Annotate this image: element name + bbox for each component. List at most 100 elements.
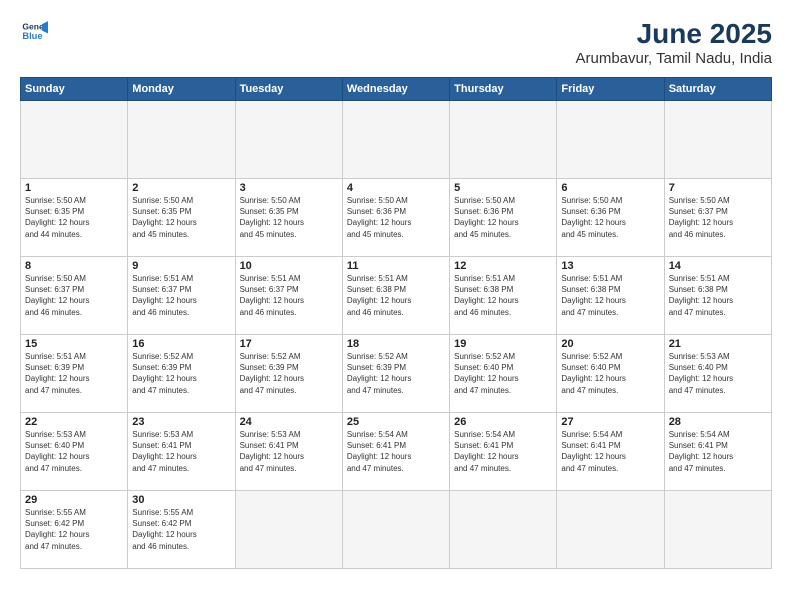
calendar-cell: 21Sunrise: 5:53 AM Sunset: 6:40 PM Dayli… [664,335,771,413]
day-info: Sunrise: 5:51 AM Sunset: 6:38 PM Dayligh… [347,273,445,318]
day-info: Sunrise: 5:50 AM Sunset: 6:36 PM Dayligh… [347,195,445,240]
day-info: Sunrise: 5:51 AM Sunset: 6:37 PM Dayligh… [240,273,338,318]
day-info: Sunrise: 5:55 AM Sunset: 6:42 PM Dayligh… [25,507,123,552]
day-number: 7 [669,182,767,194]
day-number: 28 [669,416,767,428]
day-info: Sunrise: 5:52 AM Sunset: 6:40 PM Dayligh… [454,351,552,396]
calendar-cell: 8Sunrise: 5:50 AM Sunset: 6:37 PM Daylig… [21,257,128,335]
day-number: 19 [454,338,552,350]
calendar-cell: 28Sunrise: 5:54 AM Sunset: 6:41 PM Dayli… [664,413,771,491]
calendar-cell: 26Sunrise: 5:54 AM Sunset: 6:41 PM Dayli… [450,413,557,491]
day-number: 21 [669,338,767,350]
col-thursday: Thursday [450,78,557,101]
logo: General Blue [20,18,48,46]
calendar-cell [235,491,342,569]
calendar-cell: 11Sunrise: 5:51 AM Sunset: 6:38 PM Dayli… [342,257,449,335]
calendar-cell: 1Sunrise: 5:50 AM Sunset: 6:35 PM Daylig… [21,179,128,257]
day-number: 17 [240,338,338,350]
col-wednesday: Wednesday [342,78,449,101]
calendar-cell: 7Sunrise: 5:50 AM Sunset: 6:37 PM Daylig… [664,179,771,257]
day-info: Sunrise: 5:53 AM Sunset: 6:41 PM Dayligh… [240,429,338,474]
calendar-week-row: 8Sunrise: 5:50 AM Sunset: 6:37 PM Daylig… [21,257,772,335]
svg-text:Blue: Blue [22,31,42,41]
day-number: 27 [561,416,659,428]
col-friday: Friday [557,78,664,101]
day-number: 26 [454,416,552,428]
day-number: 29 [25,494,123,506]
day-info: Sunrise: 5:54 AM Sunset: 6:41 PM Dayligh… [454,429,552,474]
day-info: Sunrise: 5:53 AM Sunset: 6:40 PM Dayligh… [25,429,123,474]
title-block: June 2025 Arumbavur, Tamil Nadu, India [576,18,773,67]
day-info: Sunrise: 5:52 AM Sunset: 6:40 PM Dayligh… [561,351,659,396]
day-info: Sunrise: 5:52 AM Sunset: 6:39 PM Dayligh… [347,351,445,396]
calendar-cell: 16Sunrise: 5:52 AM Sunset: 6:39 PM Dayli… [128,335,235,413]
col-sunday: Sunday [21,78,128,101]
calendar-cell: 29Sunrise: 5:55 AM Sunset: 6:42 PM Dayli… [21,491,128,569]
day-number: 6 [561,182,659,194]
day-number: 12 [454,260,552,272]
day-number: 4 [347,182,445,194]
day-info: Sunrise: 5:50 AM Sunset: 6:37 PM Dayligh… [25,273,123,318]
calendar-cell: 12Sunrise: 5:51 AM Sunset: 6:38 PM Dayli… [450,257,557,335]
calendar-cell: 15Sunrise: 5:51 AM Sunset: 6:39 PM Dayli… [21,335,128,413]
calendar-cell: 9Sunrise: 5:51 AM Sunset: 6:37 PM Daylig… [128,257,235,335]
col-tuesday: Tuesday [235,78,342,101]
calendar-cell: 14Sunrise: 5:51 AM Sunset: 6:38 PM Dayli… [664,257,771,335]
day-number: 16 [132,338,230,350]
day-info: Sunrise: 5:53 AM Sunset: 6:40 PM Dayligh… [669,351,767,396]
day-number: 14 [669,260,767,272]
day-info: Sunrise: 5:54 AM Sunset: 6:41 PM Dayligh… [561,429,659,474]
day-info: Sunrise: 5:50 AM Sunset: 6:36 PM Dayligh… [454,195,552,240]
calendar-cell: 19Sunrise: 5:52 AM Sunset: 6:40 PM Dayli… [450,335,557,413]
day-info: Sunrise: 5:54 AM Sunset: 6:41 PM Dayligh… [347,429,445,474]
calendar-cell: 2Sunrise: 5:50 AM Sunset: 6:35 PM Daylig… [128,179,235,257]
day-number: 1 [25,182,123,194]
day-number: 2 [132,182,230,194]
day-info: Sunrise: 5:55 AM Sunset: 6:42 PM Dayligh… [132,507,230,552]
day-info: Sunrise: 5:51 AM Sunset: 6:38 PM Dayligh… [669,273,767,318]
calendar-week-row [21,101,772,179]
day-info: Sunrise: 5:54 AM Sunset: 6:41 PM Dayligh… [669,429,767,474]
calendar-cell: 5Sunrise: 5:50 AM Sunset: 6:36 PM Daylig… [450,179,557,257]
day-info: Sunrise: 5:51 AM Sunset: 6:38 PM Dayligh… [454,273,552,318]
day-number: 25 [347,416,445,428]
calendar-week-row: 29Sunrise: 5:55 AM Sunset: 6:42 PM Dayli… [21,491,772,569]
calendar-cell [128,101,235,179]
day-info: Sunrise: 5:50 AM Sunset: 6:36 PM Dayligh… [561,195,659,240]
day-info: Sunrise: 5:51 AM Sunset: 6:39 PM Dayligh… [25,351,123,396]
day-number: 22 [25,416,123,428]
day-info: Sunrise: 5:50 AM Sunset: 6:35 PM Dayligh… [240,195,338,240]
calendar-week-row: 22Sunrise: 5:53 AM Sunset: 6:40 PM Dayli… [21,413,772,491]
calendar-cell: 10Sunrise: 5:51 AM Sunset: 6:37 PM Dayli… [235,257,342,335]
day-info: Sunrise: 5:53 AM Sunset: 6:41 PM Dayligh… [132,429,230,474]
calendar-cell [664,491,771,569]
calendar-title: June 2025 [576,18,773,50]
day-info: Sunrise: 5:50 AM Sunset: 6:35 PM Dayligh… [132,195,230,240]
calendar-cell: 18Sunrise: 5:52 AM Sunset: 6:39 PM Dayli… [342,335,449,413]
calendar-table: Sunday Monday Tuesday Wednesday Thursday… [20,77,772,569]
calendar-cell: 25Sunrise: 5:54 AM Sunset: 6:41 PM Dayli… [342,413,449,491]
calendar-cell: 20Sunrise: 5:52 AM Sunset: 6:40 PM Dayli… [557,335,664,413]
header: General Blue June 2025 Arumbavur, Tamil … [20,18,772,67]
calendar-cell [342,491,449,569]
day-info: Sunrise: 5:52 AM Sunset: 6:39 PM Dayligh… [240,351,338,396]
calendar-cell: 4Sunrise: 5:50 AM Sunset: 6:36 PM Daylig… [342,179,449,257]
day-number: 30 [132,494,230,506]
calendar-cell [557,101,664,179]
day-info: Sunrise: 5:50 AM Sunset: 6:35 PM Dayligh… [25,195,123,240]
day-info: Sunrise: 5:51 AM Sunset: 6:37 PM Dayligh… [132,273,230,318]
day-number: 18 [347,338,445,350]
calendar-week-row: 15Sunrise: 5:51 AM Sunset: 6:39 PM Dayli… [21,335,772,413]
calendar-cell [342,101,449,179]
day-number: 23 [132,416,230,428]
calendar-cell [450,101,557,179]
calendar-cell [450,491,557,569]
calendar-cell: 6Sunrise: 5:50 AM Sunset: 6:36 PM Daylig… [557,179,664,257]
day-number: 10 [240,260,338,272]
generalblue-logo-icon: General Blue [20,18,48,46]
day-info: Sunrise: 5:51 AM Sunset: 6:38 PM Dayligh… [561,273,659,318]
day-info: Sunrise: 5:50 AM Sunset: 6:37 PM Dayligh… [669,195,767,240]
calendar-cell: 17Sunrise: 5:52 AM Sunset: 6:39 PM Dayli… [235,335,342,413]
calendar-cell: 23Sunrise: 5:53 AM Sunset: 6:41 PM Dayli… [128,413,235,491]
day-number: 8 [25,260,123,272]
